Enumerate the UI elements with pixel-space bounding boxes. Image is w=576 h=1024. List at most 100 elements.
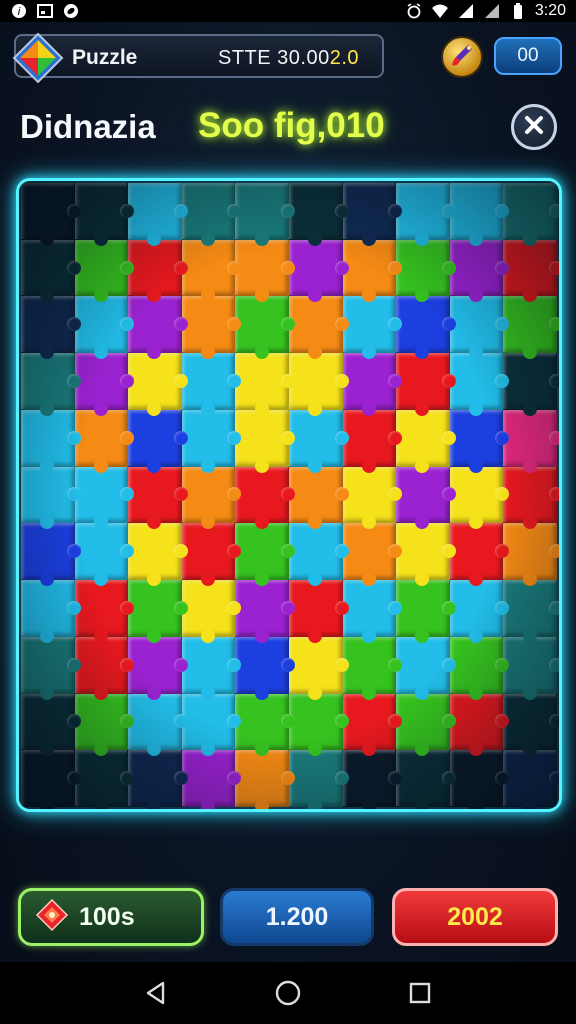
puzzle-logo-icon[interactable]: [12, 32, 64, 84]
puzzle-piece[interactable]: [342, 636, 402, 700]
puzzle-piece[interactable]: [449, 580, 509, 643]
puzzle-piece[interactable]: [128, 409, 188, 473]
puzzle-piece[interactable]: [288, 239, 349, 303]
puzzle-piece[interactable]: [503, 580, 559, 643]
puzzle-piece[interactable]: [503, 183, 559, 246]
puzzle-piece[interactable]: [181, 693, 241, 756]
puzzle-piece[interactable]: [288, 580, 349, 643]
puzzle-piece[interactable]: [342, 239, 402, 303]
puzzle-piece[interactable]: [396, 183, 456, 246]
puzzle-board[interactable]: [21, 183, 559, 809]
puzzle-piece[interactable]: [396, 636, 456, 700]
home-button[interactable]: [268, 973, 308, 1013]
puzzle-piece[interactable]: [503, 693, 559, 756]
puzzle-piece[interactable]: [74, 353, 134, 416]
back-button[interactable]: [136, 973, 176, 1013]
puzzle-piece[interactable]: [449, 296, 509, 359]
puzzle-piece[interactable]: [21, 466, 81, 530]
puzzle-piece[interactable]: [181, 353, 241, 416]
puzzle-piece[interactable]: [128, 693, 188, 756]
puzzle-piece[interactable]: [74, 296, 134, 359]
puzzle-piece[interactable]: [449, 353, 509, 416]
puzzle-piece[interactable]: [235, 296, 295, 359]
puzzle-piece[interactable]: [288, 296, 349, 359]
puzzle-piece[interactable]: [288, 523, 349, 586]
puzzle-piece[interactable]: [128, 750, 188, 809]
puzzle-piece[interactable]: [342, 353, 402, 416]
puzzle-piece[interactable]: [396, 239, 456, 303]
puzzle-piece[interactable]: [449, 466, 509, 530]
puzzle-piece[interactable]: [21, 693, 81, 756]
puzzle-piece[interactable]: [288, 183, 349, 246]
coins-button[interactable]: 2002: [392, 888, 558, 946]
puzzle-piece[interactable]: [235, 466, 295, 530]
puzzle-piece[interactable]: [181, 750, 241, 809]
puzzle-piece[interactable]: [342, 183, 402, 246]
puzzle-piece[interactable]: [342, 693, 402, 756]
puzzle-piece[interactable]: [449, 693, 509, 756]
puzzle-piece[interactable]: [181, 296, 241, 359]
puzzle-piece[interactable]: [396, 523, 456, 586]
puzzle-piece[interactable]: [181, 183, 241, 246]
puzzle-piece[interactable]: [449, 636, 509, 700]
puzzle-piece[interactable]: [449, 183, 509, 246]
puzzle-piece[interactable]: [342, 296, 402, 359]
puzzle-piece[interactable]: [396, 750, 456, 809]
puzzle-piece[interactable]: [503, 750, 559, 809]
puzzle-piece[interactable]: [128, 239, 188, 303]
puzzle-piece[interactable]: [21, 409, 81, 473]
puzzle-piece[interactable]: [503, 409, 559, 473]
puzzle-piece[interactable]: [235, 239, 295, 303]
puzzle-piece[interactable]: [21, 523, 81, 586]
puzzle-piece[interactable]: [181, 636, 241, 700]
puzzle-piece[interactable]: [21, 636, 81, 700]
puzzle-piece[interactable]: [235, 409, 295, 473]
puzzle-piece[interactable]: [235, 693, 295, 756]
puzzle-piece[interactable]: [503, 296, 559, 359]
puzzle-piece[interactable]: [128, 580, 188, 643]
puzzle-piece[interactable]: [288, 693, 349, 756]
puzzle-piece[interactable]: [235, 750, 295, 809]
puzzle-piece[interactable]: [503, 239, 559, 303]
puzzle-piece[interactable]: [396, 353, 456, 416]
puzzle-piece[interactable]: [396, 693, 456, 756]
puzzle-piece[interactable]: [342, 580, 402, 643]
puzzle-piece[interactable]: [181, 409, 241, 473]
puzzle-piece[interactable]: [449, 239, 509, 303]
puzzle-piece[interactable]: [503, 636, 559, 700]
puzzle-piece[interactable]: [128, 466, 188, 530]
puzzle-piece[interactable]: [288, 466, 349, 530]
puzzle-piece[interactable]: [235, 636, 295, 700]
puzzle-piece[interactable]: [396, 466, 456, 530]
puzzle-piece[interactable]: [21, 750, 81, 809]
puzzle-piece[interactable]: [128, 183, 188, 246]
puzzle-piece[interactable]: [74, 750, 134, 809]
puzzle-piece[interactable]: [74, 636, 134, 700]
puzzle-piece[interactable]: [449, 750, 509, 809]
puzzle-piece[interactable]: [288, 750, 349, 809]
puzzle-piece[interactable]: [396, 580, 456, 643]
puzzle-piece[interactable]: [128, 353, 188, 416]
puzzle-piece[interactable]: [342, 523, 402, 586]
puzzle-piece[interactable]: [181, 580, 241, 643]
puzzle-piece[interactable]: [449, 409, 509, 473]
puzzle-piece[interactable]: [21, 296, 81, 359]
hint-button[interactable]: 100s: [18, 888, 204, 946]
puzzle-piece[interactable]: [181, 239, 241, 303]
score-button[interactable]: 1.200: [220, 888, 374, 946]
puzzle-piece[interactable]: [288, 636, 349, 700]
puzzle-piece[interactable]: [342, 409, 402, 473]
puzzle-piece[interactable]: [503, 466, 559, 530]
puzzle-piece[interactable]: [21, 239, 81, 303]
puzzle-piece[interactable]: [503, 353, 559, 416]
puzzle-piece[interactable]: [74, 466, 134, 530]
puzzle-piece[interactable]: [21, 353, 81, 416]
puzzle-piece[interactable]: [235, 353, 295, 416]
puzzle-piece[interactable]: [342, 466, 402, 530]
puzzle-piece[interactable]: [74, 523, 134, 586]
puzzle-piece[interactable]: [288, 353, 349, 416]
close-button[interactable]: [511, 104, 557, 150]
puzzle-piece[interactable]: [181, 523, 241, 586]
puzzle-piece[interactable]: [128, 636, 188, 700]
counter-button[interactable]: 00: [494, 37, 562, 75]
